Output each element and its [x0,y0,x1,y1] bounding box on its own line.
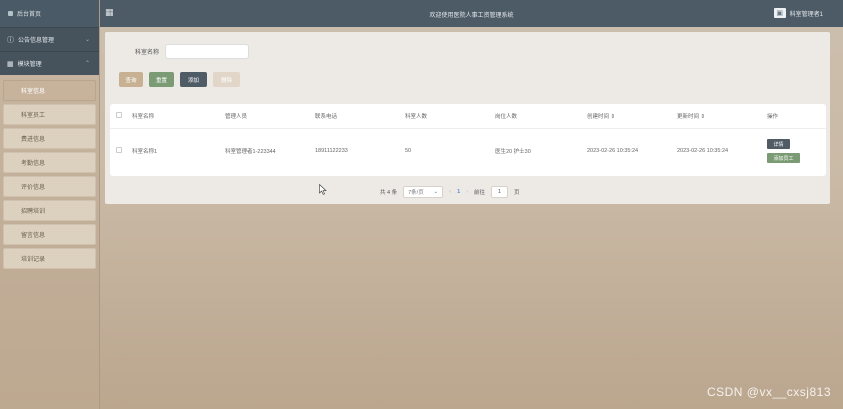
sidebar-group-label: 模块管理 [17,62,42,68]
sidebar-home-label: 后台首页 [17,12,42,18]
main-panel: 科室名称 查询 重置 添加 删除 科室名称 管理人员 联系电话 科室人数 岗位人… [105,32,830,204]
watermark: CSDN @vx__cxsj813 [706,385,831,399]
column-header: 岗位人数 [495,113,518,120]
grid-icon: ▦ [7,60,14,68]
top-header: ▦ 欢迎使用医院人事工资管理系统 ▣ 科室管理者1 [100,0,843,27]
row-checkbox[interactable] [116,147,122,154]
search-label: 科室名称 [135,50,160,56]
add-staff-button[interactable]: 添加员工 [767,153,800,164]
column-header: 科室人数 [405,113,428,120]
chevron-up-icon: ⌃ [84,61,90,67]
current-page[interactable]: 1 [457,189,460,195]
cell-actions: 详情 添加员工 [767,128,826,174]
sidebar-group-modules[interactable]: ▦ 模块管理 ⌃ [0,51,99,75]
home-icon [8,11,13,16]
pagination: 共 4 条 7条/页 ⌄ ‹ 1 › 前往 1 页 [380,186,520,198]
cell-phone: 18911122233 [315,148,348,155]
sidebar-group-announcements[interactable]: ⓘ 公告信息管理 ⌄ [0,27,99,51]
cell-manager: 科室管理者1-223344 [225,149,276,156]
goto-page-input[interactable]: 1 [491,186,509,198]
user-name: 科室管理者1 [789,11,823,18]
page-suffix: 页 [514,190,520,196]
department-name-input[interactable] [165,44,250,59]
goto-label: 前往 [474,190,486,196]
column-header: 操作 [767,113,779,120]
cell-department-name: 科室名称1 [132,149,158,156]
next-page-button[interactable]: › [466,189,468,195]
sidebar-item-recruitment[interactable]: 招聘培训 [3,200,96,221]
sidebar-item-training-records[interactable]: 培训记录 [3,248,96,269]
search-bar: 科室名称 [135,44,250,59]
sidebar-home-link[interactable]: 后台首页 [0,0,99,27]
sidebar-item-department-staff[interactable]: 科室员工 [3,104,96,125]
sidebar-item-attendance[interactable]: 考勤信息 [3,152,96,173]
detail-button[interactable]: 详情 [767,139,790,150]
sidebar-item-evaluation[interactable]: 评价信息 [3,176,96,197]
data-table: 科室名称 管理人员 联系电话 科室人数 岗位人数 创建时间 ⇕ 更新时间 ⇕ 操… [110,104,826,176]
column-header-sortable[interactable]: 创建时间 ⇕ [587,104,677,128]
cell-updated-time: 2023-02-26 10:35:24 [677,148,729,155]
sidebar-item-department-info[interactable]: 科室信息 [3,80,96,101]
column-header: 管理人员 [225,113,248,120]
sidebar-item-messages[interactable]: 留言信息 [3,224,96,245]
info-circle-icon: ⓘ [7,36,14,44]
system-title: 欢迎使用医院人事工资管理系统 [429,13,514,19]
total-count: 共 4 条 [380,190,398,196]
chevron-down-icon: ⌄ [84,37,90,43]
sidebar-menu: 科室信息 科室员工 费进信息 考勤信息 评价信息 招聘培训 留言信息 培训记录 [0,75,99,269]
page-size-select[interactable]: 7条/页 ⌄ [403,186,444,198]
mouse-cursor-icon [319,184,327,195]
prev-page-button[interactable]: ‹ [449,189,451,195]
page-size-value: 7条/页 [408,190,424,196]
table-header-row: 科室名称 管理人员 联系电话 科室人数 岗位人数 创建时间 ⇕ 更新时间 ⇕ 操… [110,104,826,128]
cell-staff-count: 50 [405,148,412,155]
chevron-down-icon: ⌄ [433,189,439,195]
user-menu[interactable]: ▣ 科室管理者1 [773,8,823,18]
avatar-icon: ▣ [773,8,786,18]
reset-button[interactable]: 重置 [149,72,174,87]
column-header: 科室名称 [132,113,155,120]
add-button[interactable]: 添加 [180,72,207,87]
select-all-checkbox[interactable] [116,111,122,118]
cell-created-time: 2023-02-26 10:35:24 [587,148,639,155]
app-background: 后台首页 ⓘ 公告信息管理 ⌄ ▦ 模块管理 ⌃ 科室信息 科室员工 费进信息 … [0,0,843,409]
table-row: 科室名称1 科室管理者1-223344 18911122233 50 医生20 … [110,128,826,174]
column-header: 联系电话 [315,113,338,120]
delete-button[interactable]: 删除 [213,72,240,87]
cell-positions: 医生20 护士30 [495,149,531,156]
column-header-sortable[interactable]: 更新时间 ⇕ [677,104,767,128]
sidebar-item-fee-info[interactable]: 费进信息 [3,128,96,149]
toolbar: 查询 重置 添加 删除 [119,72,240,87]
sidebar-group-label: 公告信息管理 [18,38,55,44]
sidebar: 后台首页 ⓘ 公告信息管理 ⌄ ▦ 模块管理 ⌃ 科室信息 科室员工 费进信息 … [0,0,100,409]
search-button[interactable]: 查询 [119,72,143,87]
